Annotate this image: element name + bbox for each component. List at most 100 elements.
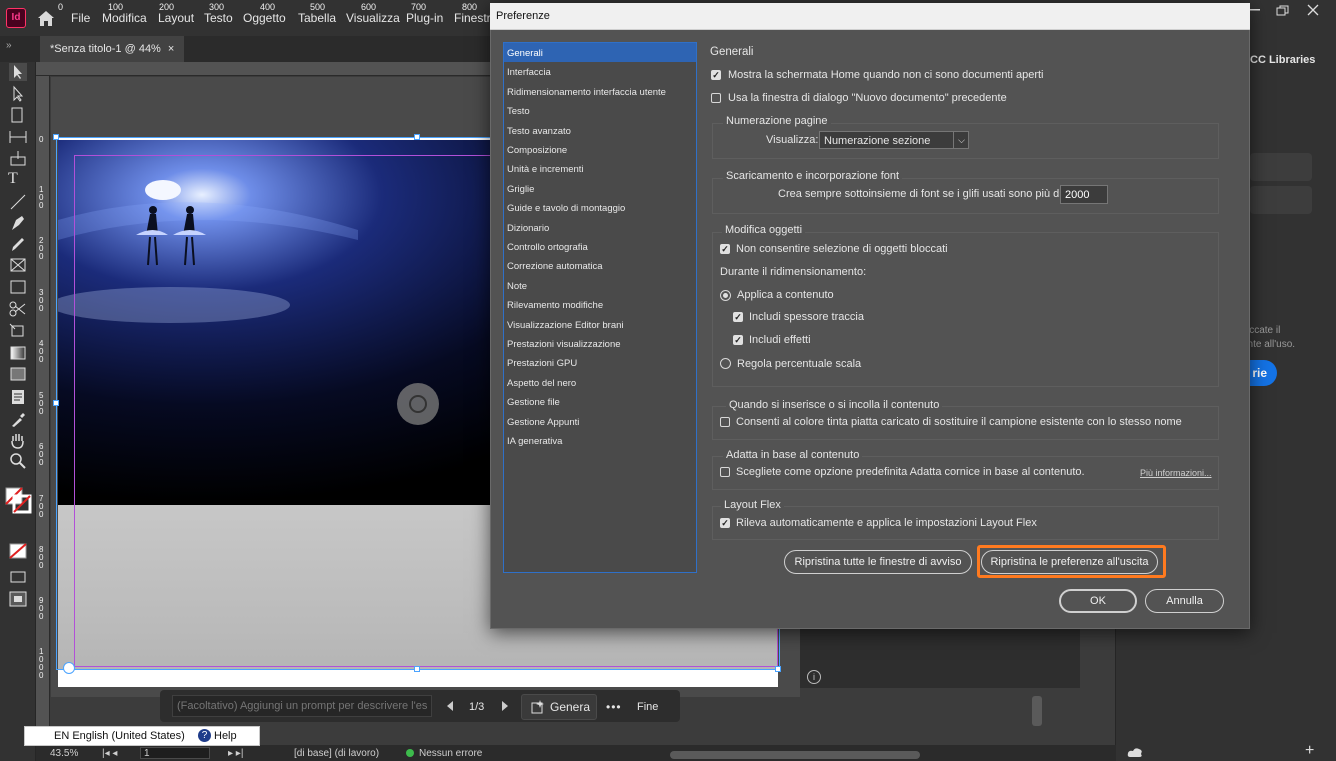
category-item[interactable]: Prestazioni GPU xyxy=(504,353,696,372)
menu-oggetto[interactable]: Oggetto xyxy=(243,11,286,25)
pencil-tool-icon[interactable] xyxy=(8,235,28,253)
category-item[interactable]: Unità e incrementi xyxy=(504,159,696,178)
category-item[interactable]: Interfaccia xyxy=(504,62,696,81)
category-item[interactable]: Controllo ortografia xyxy=(504,237,696,256)
category-item[interactable]: Visualizzazione Editor brani xyxy=(504,315,696,334)
page-number-field[interactable]: 1 xyxy=(140,747,210,759)
frame-type-icon[interactable] xyxy=(63,662,75,674)
menu-visualizza[interactable]: Visualizza xyxy=(346,11,400,25)
cancel-button[interactable]: Annulla xyxy=(1145,589,1224,613)
selection-handle[interactable] xyxy=(53,400,59,406)
menu-plugin[interactable]: Plug-in xyxy=(406,11,443,25)
category-item[interactable]: Griglie xyxy=(504,179,696,198)
legacy-new-doc-checkbox[interactable] xyxy=(711,93,721,103)
category-item[interactable]: Dizionario xyxy=(504,218,696,237)
fill-stroke-swatch-icon[interactable] xyxy=(4,486,32,516)
category-item[interactable]: Ridimensionamento interfaccia utente xyxy=(504,82,696,101)
menu-tabella[interactable]: Tabella xyxy=(298,11,336,25)
line-tool-icon[interactable] xyxy=(8,193,28,211)
window-controls[interactable] xyxy=(1250,4,1330,16)
next-variation-icon[interactable] xyxy=(501,701,509,711)
help-icon[interactable]: ? xyxy=(198,729,211,742)
category-item[interactable]: Gestione file xyxy=(504,392,696,411)
info-icon[interactable]: i xyxy=(807,670,821,684)
library-field[interactable] xyxy=(1250,186,1312,214)
menu-file[interactable]: File xyxy=(71,11,90,25)
selection-handle[interactable] xyxy=(775,666,781,672)
gradient-feather-tool-icon[interactable] xyxy=(8,365,28,383)
previous-variation-icon[interactable] xyxy=(446,701,454,711)
more-options-icon[interactable]: ••• xyxy=(606,700,622,714)
home-icon[interactable] xyxy=(36,9,56,27)
reset-preferences-button[interactable]: Ripristina le preferenze all'uscita xyxy=(981,550,1158,574)
font-threshold-input[interactable] xyxy=(1060,185,1108,204)
category-item[interactable]: Correzione automatica xyxy=(504,256,696,275)
include-stroke-checkbox[interactable]: ✓ xyxy=(733,312,743,322)
prompt-input[interactable] xyxy=(172,695,432,717)
allow-swatch-checkbox[interactable] xyxy=(720,417,730,427)
scissors-tool-icon[interactable] xyxy=(8,300,28,318)
preview-mode-icon[interactable] xyxy=(8,590,28,608)
add-icon[interactable]: + xyxy=(1305,742,1314,760)
show-home-checkbox[interactable]: ✓ xyxy=(711,70,721,80)
menu-modifica[interactable]: Modifica xyxy=(102,11,147,25)
prevent-locked-checkbox[interactable]: ✓ xyxy=(720,244,730,254)
category-item[interactable]: Note xyxy=(504,276,696,295)
more-info-link[interactable]: Più informazioni... xyxy=(1140,468,1212,478)
pen-tool-icon[interactable] xyxy=(8,214,28,232)
zoom-level[interactable]: 43.5% xyxy=(50,748,78,759)
category-item[interactable]: Testo xyxy=(504,101,696,120)
help-label[interactable]: Help xyxy=(214,730,237,742)
category-item[interactable]: Testo avanzato xyxy=(504,121,696,140)
menu-layout[interactable]: Layout xyxy=(158,11,194,25)
category-item[interactable]: Composizione xyxy=(504,140,696,159)
direct-selection-tool-icon[interactable] xyxy=(8,85,28,103)
dialog-titlebar[interactable] xyxy=(490,3,1250,30)
style-indicator[interactable]: [di base] (di lavoro) xyxy=(294,748,379,759)
gap-tool-icon[interactable] xyxy=(8,128,28,146)
include-effects-checkbox[interactable]: ✓ xyxy=(733,335,743,345)
selection-handle[interactable] xyxy=(414,134,420,140)
screen-mode-icon[interactable] xyxy=(8,567,28,585)
document-tab-close-icon[interactable]: × xyxy=(168,43,174,55)
adjust-scale-radio[interactable] xyxy=(720,358,731,369)
content-collector-icon[interactable] xyxy=(8,149,28,167)
reset-warnings-button[interactable]: Ripristina tutte le finestre di avviso xyxy=(784,550,972,574)
apply-to-content-radio[interactable] xyxy=(720,290,731,301)
selection-handle[interactable] xyxy=(53,134,59,140)
language-label[interactable]: EN English (United States) xyxy=(54,730,185,742)
category-item[interactable]: IA generativa xyxy=(504,431,696,450)
preflight-status[interactable]: Nessun errore xyxy=(419,748,482,759)
cc-libraries-tab[interactable]: CC Libraries xyxy=(1250,54,1315,66)
document-tab[interactable]: *Senza titolo-1 @ 44% × xyxy=(40,36,185,62)
free-transform-tool-icon[interactable] xyxy=(8,322,28,340)
rectangle-tool-icon[interactable] xyxy=(8,278,28,296)
selection-tool-icon[interactable] xyxy=(8,63,28,81)
category-item[interactable]: Prestazioni visualizzazione xyxy=(504,334,696,353)
horizontal-scrollbar[interactable] xyxy=(670,751,920,759)
chevron-down-icon[interactable]: ⌵ xyxy=(953,131,969,149)
gradient-swatch-tool-icon[interactable] xyxy=(8,344,28,362)
page-nav-first-icon[interactable]: |◂ ◂ xyxy=(102,748,117,759)
ok-button[interactable]: OK xyxy=(1059,589,1137,613)
library-field[interactable] xyxy=(1250,153,1312,181)
page-tool-icon[interactable] xyxy=(8,106,28,124)
category-item[interactable]: Aspetto del nero xyxy=(504,373,696,392)
menu-testo[interactable]: Testo xyxy=(204,11,233,25)
collapse-panel-icon[interactable]: » xyxy=(6,40,12,51)
category-item[interactable]: Gestione Appunti xyxy=(504,412,696,431)
category-item[interactable]: Generali xyxy=(504,43,696,62)
type-tool-icon[interactable]: T xyxy=(8,170,28,188)
apply-none-icon[interactable] xyxy=(8,542,28,560)
generate-button[interactable]: Genera xyxy=(521,694,597,720)
vertical-scrollbar[interactable] xyxy=(1032,696,1042,726)
cloud-icon[interactable] xyxy=(1127,746,1143,758)
eyedropper-tool-icon[interactable] xyxy=(8,410,28,428)
selection-handle[interactable] xyxy=(414,666,420,672)
note-tool-icon[interactable] xyxy=(8,388,28,406)
category-item[interactable]: Guide e tavolo di montaggio xyxy=(504,198,696,217)
page-numbering-select[interactable]: Numerazione sezione xyxy=(819,131,969,149)
default-fit-checkbox[interactable] xyxy=(720,467,730,477)
done-button[interactable]: Fine xyxy=(637,701,658,713)
flex-auto-detect-checkbox[interactable]: ✓ xyxy=(720,518,730,528)
